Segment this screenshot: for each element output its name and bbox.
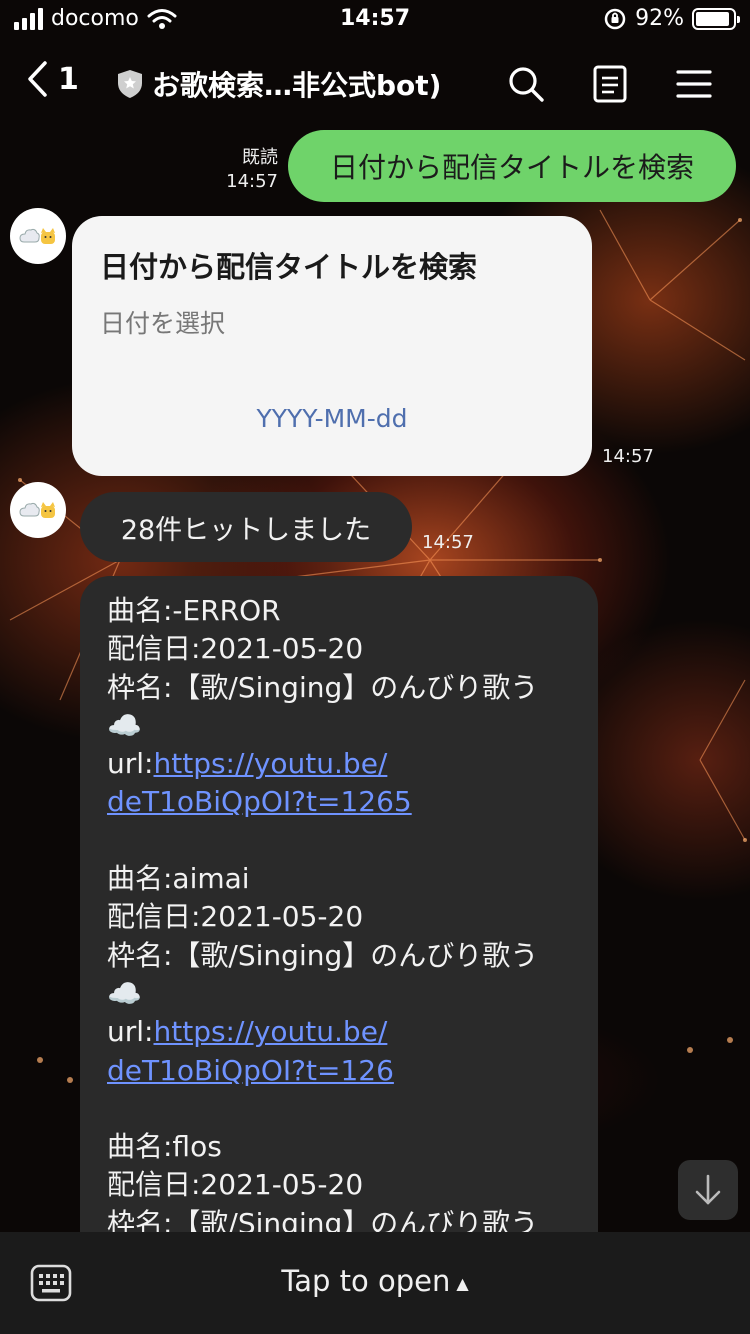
result-link-cont[interactable]: deT1oBiQpOI?t=1265 <box>107 785 412 818</box>
frame-name-emoji: ☁️ <box>107 976 142 1010</box>
bot-avatar-2[interactable] <box>10 482 66 538</box>
result-entry: 曲名:-ERROR 配信日:2021-05-20 枠名:【歌/Singing】の… <box>107 592 587 822</box>
date-picker-link[interactable]: YYYY-MM-dd <box>72 404 592 433</box>
stream-date: 配信日:2021-05-20 <box>107 1168 364 1202</box>
cloud-cat-icon <box>19 228 55 244</box>
stream-date: 配信日:2021-05-20 <box>107 900 364 934</box>
result-link-cont[interactable]: deT1oBiQpOI?t=126 <box>107 1054 394 1087</box>
card-title: 日付から配信タイトルを検索 <box>100 250 478 284</box>
hit-count-bubble[interactable]: 28件ヒットしました <box>80 492 412 562</box>
url-line-2: deT1oBiQpOI?t=126 <box>107 1052 587 1090</box>
notes-button[interactable] <box>588 62 632 106</box>
cloud-cat-icon <box>19 502 55 518</box>
song-name: 曲名:-ERROR <box>107 594 281 627</box>
stream-date: 配信日:2021-05-20 <box>107 632 364 666</box>
unread-count: 1 <box>58 61 79 97</box>
battery-fill <box>696 11 730 26</box>
scroll-to-bottom-button[interactable] <box>678 1160 738 1220</box>
sent-time: 14:57 <box>226 171 278 192</box>
orientation-lock-icon <box>604 8 626 29</box>
bottom-bar: Tap to open ▲ <box>0 1232 750 1334</box>
notes-icon <box>593 65 627 103</box>
card-time: 14:57 <box>602 446 654 467</box>
chat-header: 1 お歌検索…非公式bot) <box>0 48 750 120</box>
song-name: 曲名:flos <box>107 1130 222 1164</box>
result-link[interactable]: https://youtu.be/ <box>153 747 387 780</box>
search-button[interactable] <box>504 62 548 106</box>
result-link[interactable]: https://youtu.be/ <box>153 1015 387 1048</box>
song-name: 曲名:aimai <box>107 862 250 896</box>
results-bubble[interactable]: 曲名:-ERROR 配信日:2021-05-20 枠名:【歌/Singing】の… <box>80 576 598 1276</box>
url-line: url:https://youtu.be/ <box>107 1013 587 1051</box>
caret-up-icon: ▲ <box>456 1273 469 1293</box>
chat-title-text: お歌検索…非公式bot) <box>152 69 442 102</box>
shield-icon <box>118 70 142 98</box>
sent-message-bubble[interactable]: 日付から配信タイトルを検索 <box>288 130 736 202</box>
back-chevron-icon <box>28 61 47 97</box>
arrow-down-icon <box>695 1174 721 1205</box>
results-content: 曲名:-ERROR 配信日:2021-05-20 枠名:【歌/Singing】の… <box>107 592 587 1276</box>
chat-title[interactable]: お歌検索…非公式bot) <box>116 64 476 104</box>
battery-percent: 92% <box>635 6 684 31</box>
read-receipt: 既読 14:57 <box>226 146 278 194</box>
card-subtitle: 日付を選択 <box>100 309 226 338</box>
hits-time: 14:57 <box>422 532 474 553</box>
menu-icon <box>676 70 712 98</box>
url-label: url: <box>107 747 154 781</box>
frame-name-emoji: ☁️ <box>107 708 142 742</box>
status-bar: docomo 14:57 92% <box>0 0 750 40</box>
back-button[interactable]: 1 <box>26 60 79 98</box>
bot-avatar[interactable] <box>10 208 66 264</box>
read-label: 既読 <box>242 147 278 168</box>
tap-to-open-label: Tap to open <box>281 1264 451 1298</box>
status-right: 92% <box>603 6 740 31</box>
result-entry: 曲名:flos 配信日:2021-05-20 枠名:【歌/Singing】のんび… <box>107 1128 587 1243</box>
search-icon <box>509 67 544 102</box>
frame-name: 枠名:【歌/Singing】のんびり歌う <box>107 938 539 972</box>
date-search-card: 日付から配信タイトルを検索 日付を選択 YYYY-MM-dd <box>72 216 592 476</box>
result-entry: 曲名:aimai 配信日:2021-05-20 枠名:【歌/Singing】のん… <box>107 860 587 1090</box>
tap-to-open-button[interactable]: Tap to open ▲ <box>0 1264 750 1298</box>
url-line-2: deT1oBiQpOI?t=1265 <box>107 783 587 821</box>
url-line: url:https://youtu.be/ <box>107 745 587 783</box>
frame-name: 枠名:【歌/Singing】のんびり歌う <box>107 670 539 704</box>
chat-screen: docomo 14:57 92% 1 お歌検索…非公式bot) 既読 14:57… <box>0 0 750 1334</box>
menu-button[interactable] <box>672 62 716 106</box>
battery-icon <box>692 7 740 30</box>
url-label: url: <box>107 1015 154 1049</box>
